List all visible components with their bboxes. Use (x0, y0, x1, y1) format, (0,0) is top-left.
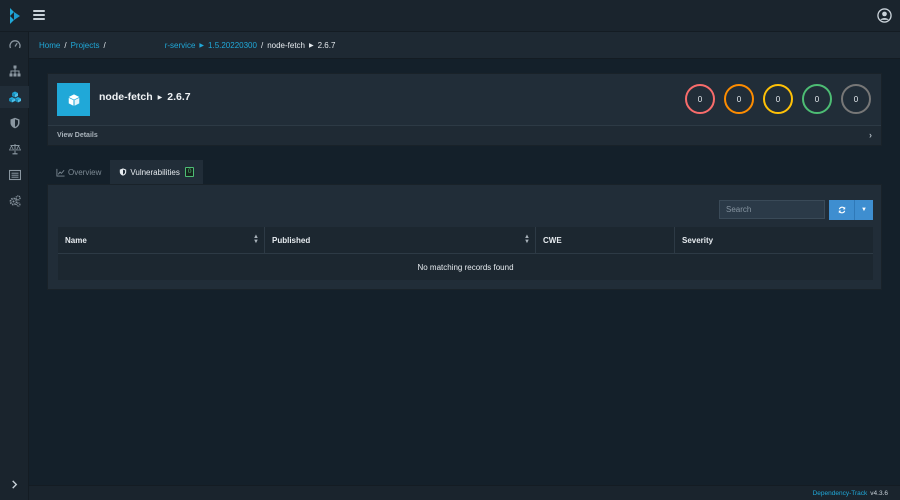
list-alt-icon (8, 169, 21, 181)
columns-dropdown-button[interactable]: ▼ (855, 200, 873, 220)
high-count-circle: 0 (724, 84, 754, 114)
sort-icon: ▲ ▼ (524, 234, 530, 245)
chevron-right-icon (12, 479, 18, 489)
shield-icon (10, 117, 19, 129)
cube-icon (68, 93, 79, 106)
vulnerabilities-table: Name ▲ ▼ Published ▲ ▼ CWE Severity No mat… (58, 227, 873, 280)
tab-overview[interactable]: Overview (47, 160, 110, 184)
caret-right-icon: ▶ (309, 42, 314, 49)
dependency-track-logo-icon[interactable] (8, 8, 22, 24)
sidebar-item-policy[interactable] (0, 164, 29, 186)
component-avatar (57, 83, 90, 116)
sidebar (0, 32, 29, 500)
caret-right-icon: ▶ (157, 95, 163, 101)
tab-overview-label: Overview (68, 167, 102, 177)
sidebar-item-licenses[interactable] (0, 138, 29, 160)
search-input[interactable] (719, 200, 825, 219)
cubes-icon (8, 91, 21, 103)
sidebar-item-administration[interactable] (0, 190, 29, 212)
sidebar-item-projects[interactable] (0, 60, 29, 82)
sidebar-expand-toggle[interactable] (0, 473, 29, 495)
user-account-icon[interactable] (877, 8, 892, 23)
breadcrumb-home[interactable]: Home (39, 41, 60, 50)
breadcrumb-component-version: 2.6.7 (317, 40, 336, 50)
breadcrumb-separator: / (260, 40, 264, 50)
component-title: node-fetch ▶ 2.6.7 (99, 91, 191, 103)
sidebar-item-components[interactable] (0, 86, 29, 108)
view-details-label: View Details (57, 132, 98, 139)
medium-count-circle: 0 (763, 84, 793, 114)
top-navbar (0, 0, 900, 32)
low-count-circle: 0 (802, 84, 832, 114)
caret-right-icon: ▶ (199, 42, 205, 49)
severity-summary: 0 0 0 0 0 (685, 84, 871, 114)
breadcrumb-separator: / (64, 40, 67, 50)
breadcrumb-component: node-fetch (267, 40, 305, 50)
caret-down-icon: ▼ (861, 207, 867, 213)
cogs-icon (9, 195, 21, 207)
refresh-icon (838, 206, 845, 214)
tab-vulnerabilities-label: Vulnerabilities (130, 167, 180, 177)
sidebar-item-vulnerabilities[interactable] (0, 112, 29, 134)
vulnerability-count-badge: 0 (184, 167, 195, 177)
table-header: Name ▲ ▼ Published ▲ ▼ CWE Severity (58, 227, 873, 254)
footer: Dependency-Track v4.3.6 (29, 485, 900, 500)
sort-icon: ▲ ▼ (253, 234, 259, 245)
sitemap-icon (9, 65, 20, 77)
chevron-right-icon: › (869, 130, 872, 140)
critical-count-circle: 0 (685, 84, 715, 114)
dashboard-icon (8, 40, 21, 49)
footer-brand-link[interactable]: Dependency-Track (813, 490, 868, 497)
table-empty-row: No matching records found (58, 254, 873, 280)
column-header-severity[interactable]: Severity (675, 227, 873, 253)
refresh-button[interactable] (829, 200, 855, 220)
shield-icon (120, 168, 127, 176)
chart-line-icon (56, 168, 65, 177)
tab-bar: Overview Vulnerabilities 0 (47, 160, 204, 184)
column-header-name[interactable]: Name ▲ ▼ (58, 227, 265, 253)
component-version: 2.6.7 (167, 91, 191, 103)
view-details-toggle[interactable]: View Details › (48, 125, 881, 145)
breadcrumb-project-version[interactable]: 1.5.20220300 (208, 41, 257, 50)
balance-scale-icon (8, 144, 21, 155)
tab-vulnerabilities[interactable]: Vulnerabilities 0 (110, 160, 204, 184)
vulnerabilities-panel: ▼ Name ▲▼ Published ▲▼ CWE Severity No m… (47, 184, 882, 290)
unassigned-count-circle: 0 (841, 84, 871, 114)
breadcrumb: Home / Projects / r-service ▶ 1.5.202203… (29, 32, 900, 59)
component-header-card: node-fetch ▶ 2.6.7 0 0 0 0 0 View Details … (47, 73, 882, 146)
column-header-published[interactable]: Published ▲ ▼ (265, 227, 536, 253)
sidebar-item-dashboard[interactable] (0, 34, 29, 56)
component-name: node-fetch (99, 91, 153, 103)
empty-message: No matching records found (417, 262, 514, 272)
hamburger-menu-icon[interactable] (33, 10, 45, 20)
column-header-cwe[interactable]: CWE (536, 227, 675, 253)
breadcrumb-projects[interactable]: Projects (71, 41, 100, 50)
breadcrumb-project[interactable]: r-service (165, 41, 196, 50)
table-toolbar-buttons: ▼ (829, 200, 873, 220)
footer-version: v4.3.6 (870, 489, 888, 497)
breadcrumb-separator: / (103, 40, 106, 50)
